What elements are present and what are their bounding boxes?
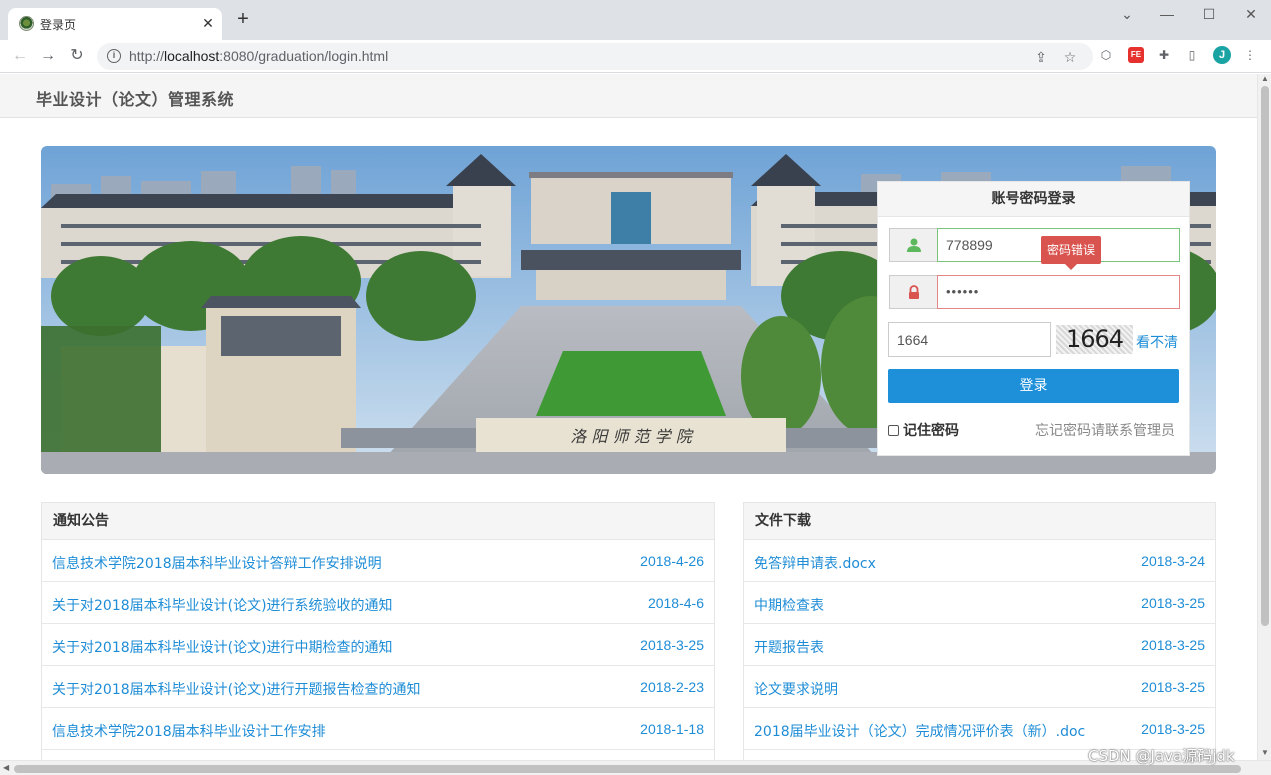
vertical-scroll-thumb[interactable] xyxy=(1261,86,1269,626)
horizontal-scroll-thumb[interactable] xyxy=(14,765,1241,773)
site-info-icon[interactable]: i xyxy=(107,49,121,63)
remember-checkbox[interactable] xyxy=(888,425,899,436)
notice-date: 2018-3-25 xyxy=(640,637,704,653)
bookmark-star-icon[interactable]: ☆ xyxy=(1061,48,1079,66)
extensions-puzzle-icon[interactable]: ✚ xyxy=(1155,46,1173,64)
new-tab-icon[interactable]: + xyxy=(233,9,253,30)
notice-date: 2018-2-23 xyxy=(640,679,704,695)
login-panel: 账号密码登录 778899 •••••• xyxy=(877,181,1190,456)
site-title: 毕业设计（论文）管理系统 xyxy=(36,90,235,109)
browser-toolbar: ← → ↻ i http://localhost:8080/graduation… xyxy=(0,40,1271,73)
login-heading: 账号密码登录 xyxy=(878,182,1189,217)
notice-date: 2018-4-6 xyxy=(647,595,704,611)
minimize-icon[interactable]: — xyxy=(1152,4,1182,28)
scroll-up-icon[interactable]: ▲ xyxy=(1261,74,1269,83)
campus-gate-inscription: 洛 阳 师 范 学 院 xyxy=(570,427,694,446)
lock-icon xyxy=(909,285,919,299)
list-item[interactable]: 2018届毕业设计（论文）完成情况评价表（新）.doc 2018-3-25 xyxy=(744,708,1215,750)
tab-close-icon[interactable]: ✕ xyxy=(199,14,217,32)
download-link[interactable]: 开题报告表 xyxy=(754,637,824,657)
share-icon[interactable]: ⇪ xyxy=(1032,48,1050,66)
lock-icon-addon xyxy=(889,275,937,309)
notice-link[interactable]: 关于对2018届本科毕业设计(论文)进行开题报告检查的通知 xyxy=(52,679,421,699)
list-item[interactable]: 论文要求说明 2018-3-25 xyxy=(744,666,1215,708)
notice-link[interactable]: 关于对2018届本科毕业设计(论文)进行中期检查的通知 xyxy=(52,637,393,657)
list-item[interactable]: 关于对2018届本科毕业设计(论文)进行开题报告检查的通知 2018-2-23 xyxy=(42,666,714,708)
notice-link[interactable]: 信息技术学院2018届本科毕业设计答辩工作安排说明 xyxy=(52,553,382,573)
maximize-icon[interactable]: ☐ xyxy=(1194,4,1224,28)
downloads-panel: 文件下载 免答辩申请表.docx 2018-3-24 中期检查表 2018-3-25… xyxy=(743,502,1216,772)
notice-link[interactable]: 关于对2018届本科毕业设计(论文)进行系统验收的通知 xyxy=(52,595,393,615)
list-item[interactable]: 信息技术学院2018届本科毕业设计答辩工作安排说明 2018-4-26 xyxy=(42,540,714,582)
list-item[interactable]: 开题报告表 2018-3-25 xyxy=(744,624,1215,666)
url-text: http://localhost:8080/graduation/login.h… xyxy=(129,48,389,64)
download-date: 2018-3-24 xyxy=(1141,553,1205,569)
download-date: 2018-3-25 xyxy=(1141,595,1205,611)
browser-tab[interactable]: 登录页 ✕ xyxy=(8,8,222,40)
captcha-image[interactable]: 1664 xyxy=(1056,325,1133,354)
back-icon[interactable]: ← xyxy=(9,45,31,67)
download-date: 2018-3-25 xyxy=(1141,679,1205,695)
download-link[interactable]: 论文要求说明 xyxy=(754,679,838,699)
reload-icon[interactable]: ↻ xyxy=(66,45,88,67)
csdn-watermark: CSDN @Java源码jdk xyxy=(1088,747,1235,765)
site-favicon-icon xyxy=(19,16,34,31)
list-item[interactable]: 中期检查表 2018-3-25 xyxy=(744,582,1215,624)
remember-label: 记住密码 xyxy=(903,423,959,439)
downloads-title: 文件下载 xyxy=(744,503,1215,540)
site-header: 毕业设计（论文）管理系统 xyxy=(0,74,1257,118)
tab-search-chevron-icon[interactable]: ⌄ xyxy=(1112,4,1142,28)
browser-menu-icon[interactable]: ⋮ xyxy=(1241,46,1259,64)
captcha-refresh-link[interactable]: 看不清 xyxy=(1136,332,1178,352)
extension-fe-icon[interactable]: FE xyxy=(1128,47,1144,63)
download-link[interactable]: 免答辩申请表.docx xyxy=(754,553,876,573)
notice-link[interactable]: 信息技术学院2018届本科毕业设计工作安排 xyxy=(52,721,326,741)
captcha-input[interactable]: 1664 xyxy=(888,322,1051,357)
notices-panel: 通知公告 信息技术学院2018届本科毕业设计答辩工作安排说明 2018-4-26 … xyxy=(41,502,715,772)
scroll-left-icon[interactable]: ◀ xyxy=(3,763,9,772)
download-date: 2018-3-25 xyxy=(1141,721,1205,737)
download-link[interactable]: 2018届毕业设计（论文）完成情况评价表（新）.doc xyxy=(754,721,1085,741)
download-link[interactable]: 中期检查表 xyxy=(754,595,824,615)
username-field: 778899 xyxy=(889,228,1180,262)
vertical-scrollbar[interactable]: ▲ ▼ xyxy=(1257,74,1271,760)
scroll-down-icon[interactable]: ▼ xyxy=(1261,748,1269,757)
notices-title: 通知公告 xyxy=(42,503,714,540)
tab-title: 登录页 xyxy=(40,18,77,32)
list-item[interactable]: 关于对2018届本科毕业设计(论文)进行系统验收的通知 2018-4-6 xyxy=(42,582,714,624)
password-input[interactable]: •••••• xyxy=(937,275,1180,309)
list-item[interactable]: 关于对2018届本科毕业设计(论文)进行中期检查的通知 2018-3-25 xyxy=(42,624,714,666)
browser-tab-strip: 登录页 ✕ + ⌄ — ☐ ✕ xyxy=(0,0,1271,40)
login-button[interactable]: 登录 xyxy=(888,369,1179,403)
window-close-icon[interactable]: ✕ xyxy=(1236,4,1266,28)
user-icon-addon xyxy=(889,228,937,262)
profile-avatar[interactable]: J xyxy=(1213,46,1231,64)
side-panel-icon[interactable]: ▯ xyxy=(1183,46,1201,64)
notice-date: 2018-1-18 xyxy=(640,721,704,737)
password-field: •••••• xyxy=(889,275,1180,309)
download-date: 2018-3-25 xyxy=(1141,637,1205,653)
list-item[interactable]: 信息技术学院2018届本科毕业设计工作安排 2018-1-18 xyxy=(42,708,714,750)
notice-date: 2018-4-26 xyxy=(640,553,704,569)
forward-icon[interactable]: → xyxy=(37,45,59,67)
user-icon xyxy=(907,238,921,252)
address-bar[interactable]: i http://localhost:8080/graduation/login… xyxy=(97,43,1093,70)
extension-hex-icon[interactable]: ⬡ xyxy=(1097,46,1115,64)
forgot-password-text: 忘记密码请联系管理员 xyxy=(1035,423,1175,439)
horizontal-scrollbar[interactable]: ◀ xyxy=(0,760,1271,775)
password-error-tooltip: 密码错误 xyxy=(1041,236,1101,270)
remember-password[interactable]: 记住密码 xyxy=(888,420,959,440)
list-item[interactable]: 免答辩申请表.docx 2018-3-24 xyxy=(744,540,1215,582)
